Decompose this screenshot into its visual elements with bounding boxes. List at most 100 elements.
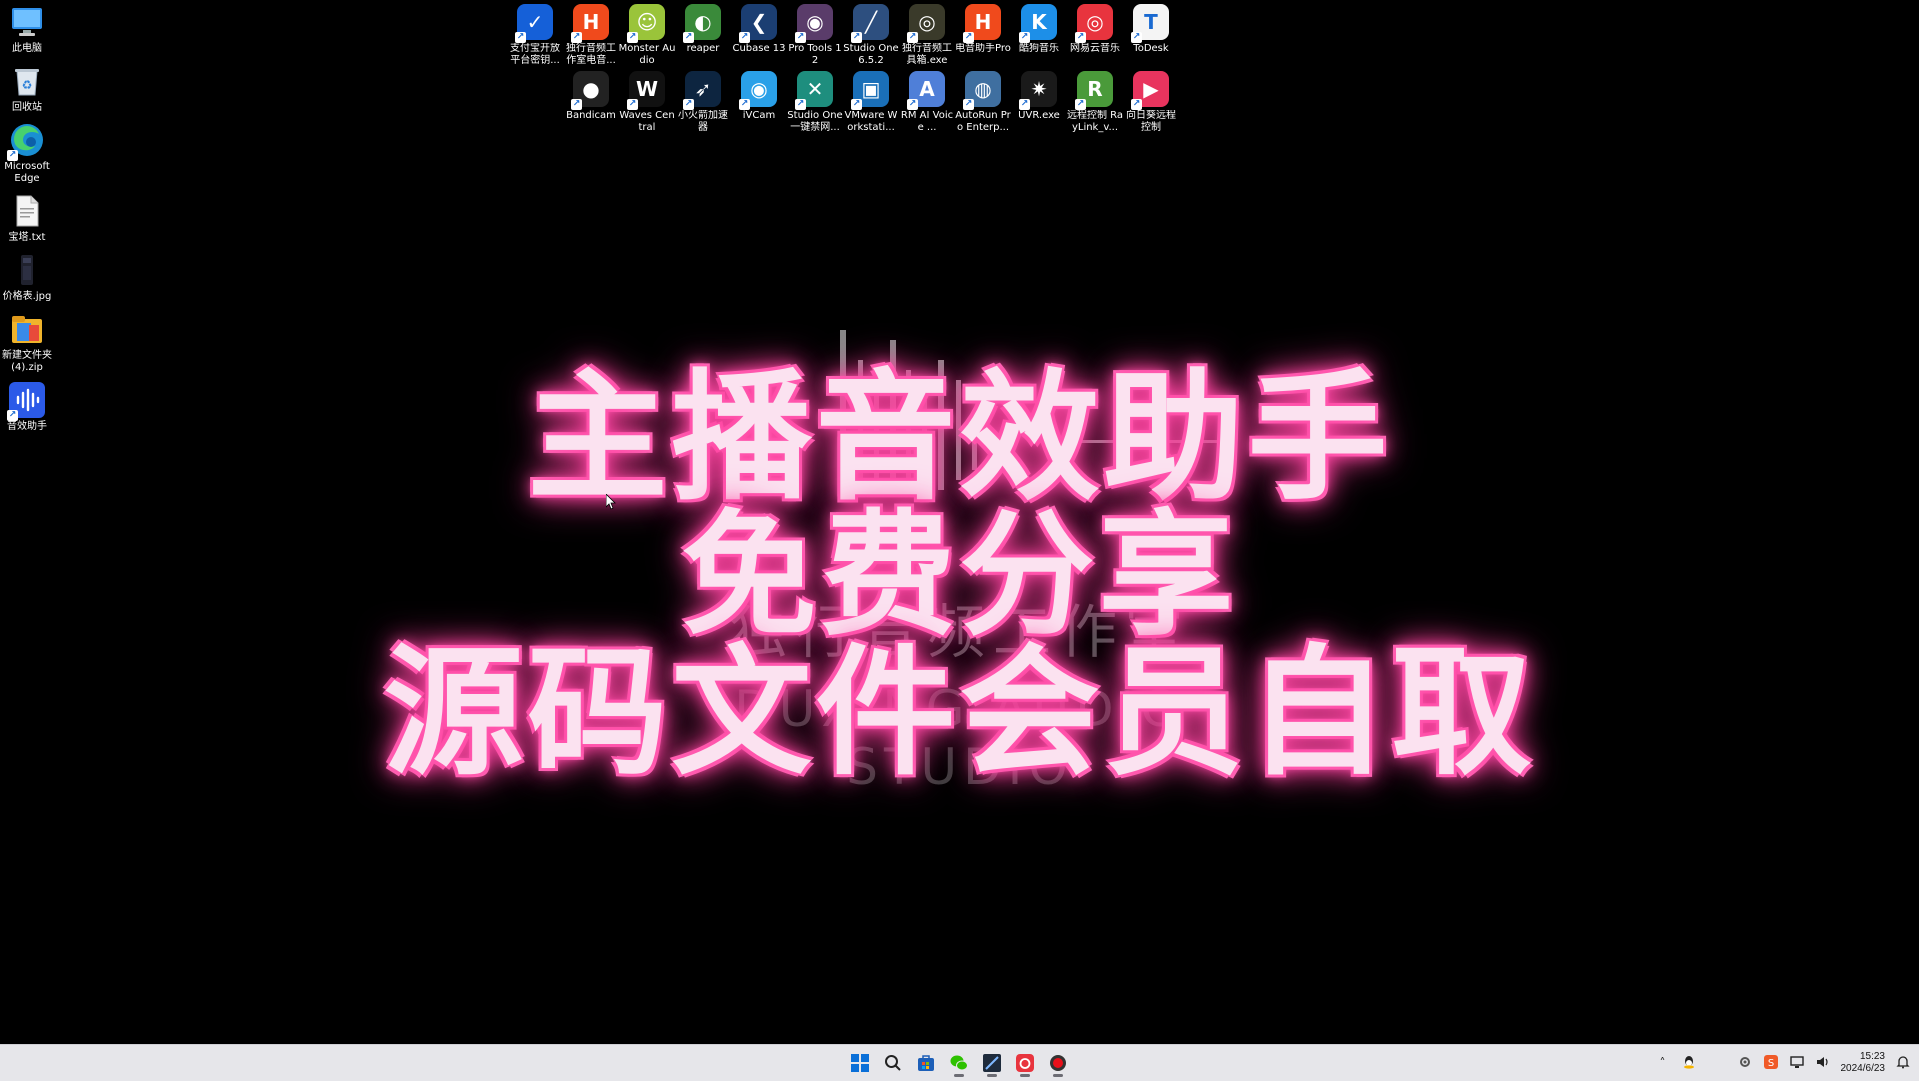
desktop-icon-label: Studio One 一键禁网... bbox=[786, 110, 844, 134]
desktop-icon-cubase[interactable]: ❮Cubase 13 bbox=[731, 4, 787, 67]
waves-icon: W bbox=[629, 71, 665, 107]
desktop-icon-waves[interactable]: WWaves Central bbox=[619, 71, 675, 134]
studio-name-text: 独行音频工作室 bbox=[700, 585, 1220, 669]
studio-one-icon: ╱ bbox=[853, 4, 889, 40]
wechat-icon[interactable] bbox=[945, 1049, 973, 1077]
desktop-icon-label: reaper bbox=[674, 43, 732, 67]
desktop-icon-netease-music[interactable]: ◎网易云音乐 bbox=[1067, 4, 1123, 67]
promo-line-3: 源码文件会员自取 bbox=[0, 600, 1919, 802]
netease-music-icon[interactable] bbox=[1011, 1049, 1039, 1077]
desktop-icon-label: 酷狗音乐 bbox=[1010, 43, 1068, 67]
store-icon[interactable] bbox=[912, 1049, 940, 1077]
settings-tray-icon[interactable] bbox=[1737, 1055, 1753, 1072]
alipay-key-icon: ✓ bbox=[517, 4, 553, 40]
desktop-icon-rocket-accelerator[interactable]: ➶ 小火箭加速器 bbox=[675, 71, 731, 134]
desktop-icon-label: 新建文件夹 (4).zip bbox=[0, 350, 54, 374]
desktop-icon-studio-one-tool[interactable]: ✕Studio One 一键禁网... bbox=[787, 71, 843, 134]
desktop-icon-kugou[interactable]: K 酷狗音乐 bbox=[1011, 4, 1067, 67]
qq-icon[interactable] bbox=[1681, 1055, 1697, 1072]
bandicam-icon[interactable] bbox=[1044, 1049, 1072, 1077]
image-file-icon bbox=[9, 252, 45, 288]
desktop-icon-sunflower-remote[interactable]: ▶向日葵远程控制 bbox=[1123, 71, 1179, 134]
system-tray: ˄ S 15:23 2024/6/23 bbox=[1655, 1045, 1919, 1081]
icon-glyph: H bbox=[975, 10, 992, 34]
desktop-icon-autorun[interactable]: ◍AutoRun Pro Enterp... bbox=[955, 71, 1011, 134]
desktop-icon-raylink[interactable]: R远程控制 RayLink_v... bbox=[1067, 71, 1123, 134]
desktop-icon-toolbox-exe[interactable]: ◎独行音频工具箱.exe bbox=[899, 4, 955, 67]
icon-glyph: ╱ bbox=[865, 10, 877, 34]
this-pc-icon bbox=[9, 4, 45, 40]
icon-glyph: ▣ bbox=[862, 77, 881, 101]
desktop-icon-sound-assistant[interactable]: 音效助手 bbox=[0, 382, 54, 433]
netease-music-icon: ◎ bbox=[1077, 4, 1113, 40]
system-clock[interactable]: 15:23 2024/6/23 bbox=[1841, 1051, 1886, 1075]
recycle-bin-icon: ♻ bbox=[9, 63, 45, 99]
network-icon[interactable] bbox=[1789, 1055, 1805, 1072]
desktop-icon-text-file[interactable]: 宝塔.txt bbox=[0, 193, 54, 244]
icon-glyph: K bbox=[1031, 10, 1047, 34]
desktop-icon-bandicam[interactable]: ●Bandicam bbox=[563, 71, 619, 134]
desktop-icon-alipay-key[interactable]: ✓ 支付宝开放平台密钥... bbox=[507, 4, 563, 67]
desktop-icon-label: 远程控制 RayLink_v... bbox=[1066, 110, 1124, 134]
desktop-icon-monster-audio[interactable]: ☺ Monster Audio bbox=[619, 4, 675, 67]
desktop-icon-label: 电音助手Pro bbox=[954, 43, 1012, 67]
chevron-up-icon[interactable]: ˄ bbox=[1655, 1056, 1671, 1070]
desktop-icon-pro-tools[interactable]: ◉Pro Tools 12 bbox=[787, 4, 843, 67]
sound-assistant-icon bbox=[9, 382, 45, 418]
desktop-icon-label: 小火箭加速器 bbox=[674, 110, 732, 134]
promo-line-2: 免费分享 bbox=[0, 465, 1919, 661]
desktop-icon-uvr[interactable]: ✷UVR.exe bbox=[1011, 71, 1067, 134]
desktop-icon-label: 支付宝开放平台密钥... bbox=[506, 43, 564, 67]
bandicam-icon: ● bbox=[573, 71, 609, 107]
desktop-icon-studio-one[interactable]: ╱ Studio One 6.5.2 bbox=[843, 4, 899, 67]
edge-icon bbox=[9, 122, 45, 158]
desktop-icon-label: Pro Tools 12 bbox=[786, 43, 844, 67]
desktop-icon-label: ToDesk bbox=[1122, 43, 1180, 67]
desktop-icon-label: Cubase 13 bbox=[730, 43, 788, 67]
desktop-icon-vmware[interactable]: ▣ VMware Workstati... bbox=[843, 71, 899, 134]
hop-audio-icon: H bbox=[573, 4, 609, 40]
search-icon[interactable] bbox=[879, 1049, 907, 1077]
icon-glyph: T bbox=[1144, 10, 1158, 34]
desktop-icon-reaper[interactable]: ◐reaper bbox=[675, 4, 731, 67]
desktop-icon-label: 价格表.jpg bbox=[0, 291, 54, 303]
desktop-icon-recycle-bin[interactable]: ♻ 回收站 bbox=[0, 63, 54, 114]
desktop-icon-label: Studio One 6.5.2 bbox=[842, 43, 900, 67]
desktop-icon-image-file[interactable]: 价格表.jpg bbox=[0, 252, 54, 303]
desktop-icon-label: 回收站 bbox=[0, 102, 54, 114]
studio-one-icon[interactable] bbox=[978, 1049, 1006, 1077]
rocket-accelerator-icon: ➶ bbox=[685, 71, 721, 107]
icon-glyph: ☺ bbox=[637, 10, 658, 34]
kugou-icon: K bbox=[1021, 4, 1057, 40]
desktop-icon-hop-audio[interactable]: H 独行音频工作室电音... bbox=[563, 4, 619, 67]
desktop-left-column: 此电脑 ♻ 回收站 Microsoft Edge 宝塔.txt 价格表.jpg … bbox=[0, 4, 54, 441]
icon-glyph: ◎ bbox=[1086, 10, 1103, 34]
desktop-icon-rm-ai-voice[interactable]: ARM AI Voice ... bbox=[899, 71, 955, 134]
icon-glyph: ● bbox=[582, 77, 599, 101]
ime-icon[interactable]: S bbox=[1763, 1055, 1779, 1072]
windows-start-icon[interactable] bbox=[846, 1049, 874, 1077]
clock-time: 15:23 bbox=[1841, 1051, 1886, 1063]
desktop-icon-label: Monster Audio bbox=[618, 43, 676, 67]
volume-icon[interactable] bbox=[1815, 1055, 1831, 1072]
notification-bell-icon[interactable] bbox=[1895, 1055, 1911, 1072]
desktop-icon-ivcam[interactable]: ◉iVCam bbox=[731, 71, 787, 134]
desktop-icon-zip-folder[interactable]: 新建文件夹 (4).zip bbox=[0, 311, 54, 374]
desktop-icon-label: VMware Workstati... bbox=[842, 110, 900, 134]
desktop-icon-todesk[interactable]: T ToDesk bbox=[1123, 4, 1179, 67]
icon-glyph: ✷ bbox=[1031, 77, 1048, 101]
desktop-icon-label: 独行音频工作室电音... bbox=[562, 43, 620, 67]
desktop-icon-edge[interactable]: Microsoft Edge bbox=[0, 122, 54, 185]
svg-text:S: S bbox=[1767, 1058, 1773, 1069]
desktop-icon-this-pc[interactable]: 此电脑 bbox=[0, 4, 54, 55]
edm-assistant-icon: H bbox=[965, 4, 1001, 40]
desktop-icon-edm-assistant[interactable]: H 电音助手Pro bbox=[955, 4, 1011, 67]
icon-glyph: W bbox=[636, 77, 658, 101]
icon-glyph: ◍ bbox=[974, 77, 991, 101]
wallpaper-overlay: 独行音频工作室 DUXING AUDIO STUDIO 主播音效助手 免费分享 … bbox=[0, 0, 1919, 1040]
icon-glyph: ✓ bbox=[527, 10, 544, 34]
todesk-icon: T bbox=[1133, 4, 1169, 40]
icon-glyph: H bbox=[583, 10, 600, 34]
desktop-grid-empty-slot bbox=[507, 71, 563, 134]
desktop-top-grid: ✓ 支付宝开放平台密钥... H 独行音频工作室电音... ☺ Monster Audio… bbox=[507, 4, 1179, 134]
